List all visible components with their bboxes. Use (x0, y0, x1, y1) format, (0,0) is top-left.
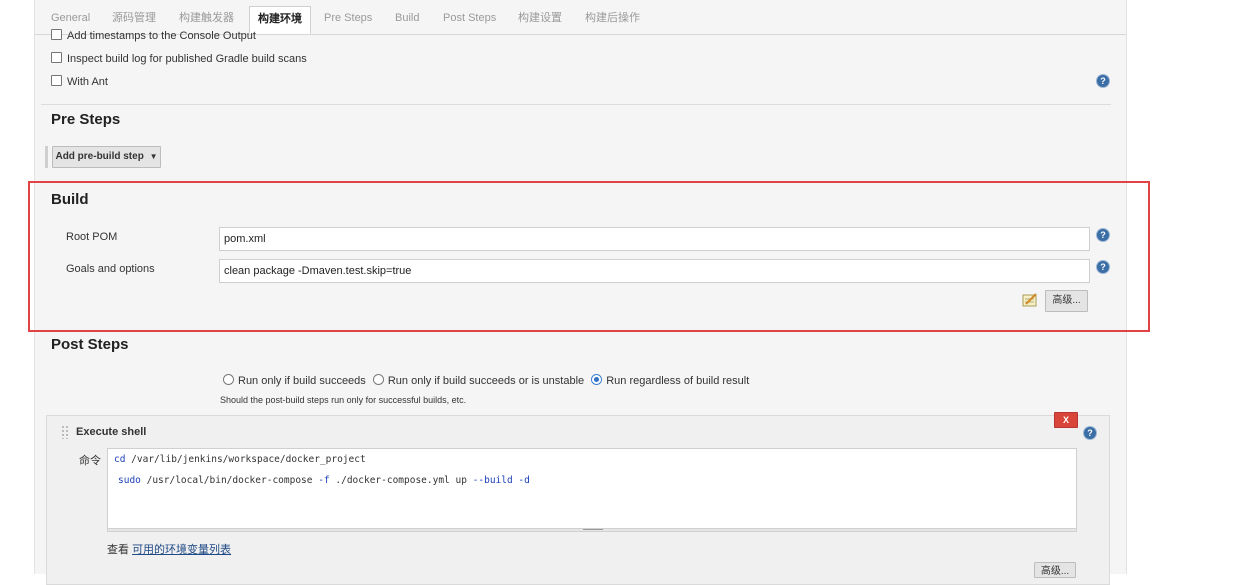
radio-button[interactable] (223, 374, 234, 385)
root-pom-help-icon[interactable]: ? (1097, 229, 1109, 241)
radio-succeeds-or-unstable-label: Run only if build succeeds or is unstabl… (387, 375, 585, 387)
root-pom-input[interactable]: pom.xml (219, 227, 1090, 251)
env-vars-link[interactable]: 可用的环境变量列表 (132, 544, 231, 556)
tab-build[interactable]: Build (387, 8, 427, 34)
section-divider (41, 104, 1111, 105)
build-title: Build (51, 191, 89, 208)
shell-advanced-button[interactable]: 高级... (1034, 562, 1076, 578)
command-textarea[interactable]: cd /var/lib/jenkins/workspace/docker_pro… (107, 448, 1077, 530)
with-ant-option[interactable]: With Ant (51, 75, 108, 88)
delete-step-button[interactable]: X (1054, 412, 1078, 428)
tab-build-environment[interactable]: 构建环境 (249, 6, 311, 34)
notepad-icon (1022, 293, 1038, 307)
pre-steps-title: Pre Steps (51, 111, 121, 128)
timestamps-checkbox[interactable] (51, 29, 62, 40)
env-vars-line: 查看 可用的环境变量列表 (107, 541, 231, 557)
radio-succeeds-or-unstable[interactable]: Run only if build succeeds or is unstabl… (372, 374, 585, 387)
goals-options-input[interactable]: clean package -Dmaven.test.skip=true (219, 259, 1090, 283)
with-ant-checkbox[interactable] (51, 75, 62, 86)
goals-options-help-icon[interactable]: ? (1097, 261, 1109, 273)
gradle-scans-option[interactable]: Inspect build log for published Gradle b… (51, 52, 307, 65)
command-line-2: sudo /usr/local/bin/docker-compose -f ./… (118, 475, 530, 486)
add-pre-build-step-button[interactable]: Add pre-build step ▼ (52, 146, 161, 168)
cmd-cd: cd (114, 454, 126, 465)
radio-regardless-label: Run regardless of build result (606, 375, 750, 387)
timestamps-label: Add timestamps to the Console Output (67, 30, 256, 42)
execute-shell-title: Execute shell (76, 426, 147, 438)
command-line-1: cd /var/lib/jenkins/workspace/docker_pro… (114, 454, 366, 465)
add-pre-build-step-label: Add pre-build step (55, 151, 144, 162)
post-steps-title: Post Steps (51, 336, 129, 353)
with-ant-help-icon[interactable]: ? (1097, 75, 1109, 87)
textarea-resize-handle[interactable] (107, 528, 1077, 532)
radio-build-succeeds-label: Run only if build succeeds (238, 375, 366, 387)
post-steps-radio-group: Run only if build succeeds Run only if b… (223, 374, 749, 387)
dropdown-arrow-icon: ▼ (149, 152, 158, 161)
command-label: 命令 (79, 455, 101, 467)
root-pom-label: Root POM (66, 231, 118, 243)
gradle-scans-checkbox[interactable] (51, 52, 62, 63)
tab-build-settings[interactable]: 构建设置 (510, 8, 570, 34)
post-steps-hint: Should the post-build steps run only for… (220, 395, 467, 405)
tab-post-steps[interactable]: Post Steps (435, 8, 504, 34)
radio-regardless[interactable]: Run regardless of build result (591, 374, 750, 387)
goals-options-label: Goals and options (66, 263, 155, 275)
tab-post-build-actions[interactable]: 构建后操作 (577, 8, 648, 34)
radio-build-succeeds[interactable]: Run only if build succeeds (223, 374, 366, 387)
gradle-scans-label: Inspect build log for published Gradle b… (67, 53, 307, 65)
env-vars-prefix: 查看 (107, 544, 129, 556)
pre-steps-grip (45, 146, 48, 168)
timestamps-option[interactable]: Add timestamps to the Console Output (51, 29, 256, 42)
with-ant-label: With Ant (67, 76, 108, 88)
radio-button-selected[interactable] (591, 374, 603, 385)
tab-pre-steps[interactable]: Pre Steps (316, 8, 380, 34)
execute-shell-help-icon[interactable]: ? (1084, 427, 1096, 439)
build-advanced-button[interactable]: 高级... (1045, 290, 1088, 312)
execute-shell-drag-handle[interactable] (61, 425, 69, 439)
radio-button[interactable] (372, 374, 384, 385)
